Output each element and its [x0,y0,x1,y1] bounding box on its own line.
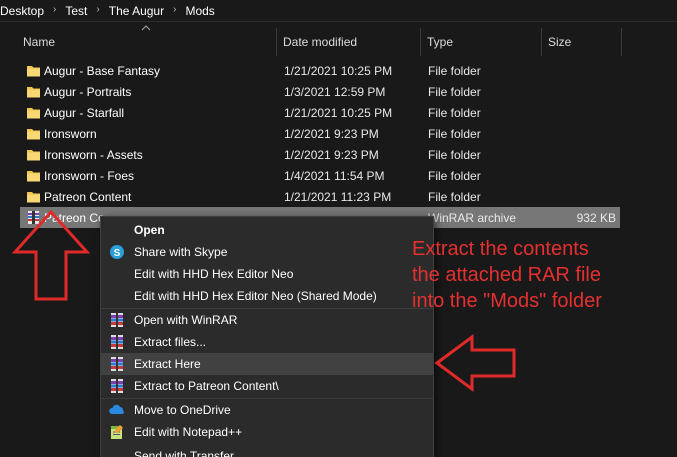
breadcrumb-item-test[interactable]: Test [65,4,87,18]
menu-item-label: Move to OneDrive [134,403,231,417]
file-row[interactable]: Ironsworn - Foes 1/4/2021 11:54 PM File … [20,165,620,186]
file-type: File folder [428,148,481,162]
breadcrumb-separator-icon: › [173,4,177,15]
annotation-line: the attached RAR file [412,264,601,286]
column-headers: Name Date modified Type Size [0,28,677,56]
file-name: Augur - Base Fantasy [44,64,161,78]
file-type: WinRAR archive [428,211,517,225]
breadcrumb-item-mods[interactable]: Mods [185,4,214,18]
notepadpp-icon [111,425,123,439]
annotation-note: Extract the contents the attached RAR fi… [412,236,677,314]
menu-item-label: Send with Transfer [134,449,235,457]
file-name: Augur - Portraits [44,85,132,99]
winrar-icon [111,357,123,371]
menu-item-label: Edit with HHD Hex Editor Neo (Shared Mod… [134,289,377,303]
file-date: 1/2/2021 9:23 PM [284,148,379,162]
svg-text:S: S [114,248,121,259]
menu-item-edit-hex-editor[interactable]: Edit with HHD Hex Editor Neo [101,263,433,285]
menu-item-label: Open with WinRAR [134,313,238,327]
folder-icon [27,129,40,140]
annotation-arrow-up-icon [12,210,90,301]
file-row[interactable]: Augur - Base Fantasy 1/21/2021 10:25 PM … [20,60,620,81]
file-date: 1/21/2021 11:23 PM [284,190,392,204]
menu-item-label: Extract Here [134,357,201,371]
file-name: Ironsworn [44,127,97,141]
menu-item-extract-to-folder[interactable]: Extract to Patreon Content\ [101,375,433,397]
column-header-type[interactable]: Type [421,28,542,56]
menu-item-label: Edit with HHD Hex Editor Neo [134,267,294,281]
file-name: Ironsworn - Foes [44,169,135,183]
folder-icon [27,192,40,203]
folder-icon [27,150,40,161]
file-date: 1/3/2021 12:59 PM [284,85,386,99]
menu-item-extract-here[interactable]: Extract Here [101,353,433,375]
menu-item-label: Open [134,223,165,237]
menu-item-edit-with-notepadpp[interactable]: Edit with Notepad++ [101,421,433,443]
folder-icon [27,108,40,119]
file-row[interactable]: Augur - Starfall 1/21/2021 10:25 PM File… [20,102,620,123]
menu-item-open[interactable]: Open [101,219,433,241]
winrar-icon [111,335,123,349]
file-row[interactable]: Ironsworn - Assets 1/2/2021 9:23 PM File… [20,144,620,165]
winrar-icon [111,313,123,327]
annotation-arrow-left-icon [434,334,516,392]
file-date: 1/21/2021 10:25 PM [284,106,393,120]
menu-item-edit-hex-editor-shared[interactable]: Edit with HHD Hex Editor Neo (Shared Mod… [101,285,433,307]
file-name: Ironsworn - Assets [44,148,143,162]
file-type: File folder [428,127,481,141]
folder-icon [27,66,40,77]
menu-item-share-with-skype[interactable]: S Share with Skype [101,241,433,263]
winrar-icon [111,379,123,393]
file-type: File folder [428,64,481,78]
menu-item-label: Extract files... [134,335,207,349]
file-row[interactable]: Patreon Content 1/21/2021 11:23 PM File … [20,186,620,207]
file-row[interactable]: Ironsworn 1/2/2021 9:23 PM File folder [20,123,620,144]
folder-icon [27,87,40,98]
column-header-date-modified[interactable]: Date modified [277,28,421,56]
menu-item-open-with-winrar[interactable]: Open with WinRAR [101,309,433,331]
file-type: File folder [428,106,481,120]
breadcrumb-item-the-augur[interactable]: The Augur [109,4,164,18]
menu-item-label: Extract to Patreon Content\ [134,379,279,393]
annotation-line: Extract the contents [412,238,589,260]
menu-item-move-to-onedrive[interactable]: Move to OneDrive [101,399,433,421]
file-name: Augur - Starfall [44,106,125,120]
folder-icon [27,171,40,182]
file-type: File folder [428,190,481,204]
column-header-name[interactable]: Name [17,28,277,56]
onedrive-icon [109,404,124,414]
breadcrumb: Desktop › Test › The Augur › Mods [0,0,677,22]
breadcrumb-separator-icon: › [53,4,57,15]
file-date: 1/2/2021 9:23 PM [284,127,379,141]
menu-item-extract-files[interactable]: Extract files... [101,331,433,353]
breadcrumb-separator-icon: › [96,4,100,15]
context-menu: Open S Share with Skype Edit with HHD He… [100,216,434,457]
file-date: 1/21/2021 10:25 PM [284,64,393,78]
file-date: 1/4/2021 11:54 PM [284,169,385,183]
column-header-size[interactable]: Size [542,28,622,56]
skype-icon: S [110,245,124,259]
file-row[interactable]: Augur - Portraits 1/3/2021 12:59 PM File… [20,81,620,102]
annotation-line: into the "Mods" folder [412,290,602,312]
file-type: File folder [428,169,481,183]
file-size: 932 KB [576,211,616,225]
menu-item-label: Edit with Notepad++ [134,425,243,439]
file-type: File folder [428,85,481,99]
menu-item-label: Share with Skype [134,245,228,259]
file-name: Patreon Content [44,190,132,204]
breadcrumb-item-desktop[interactable]: Desktop [0,4,44,18]
menu-item-send-with-transfer[interactable]: Send with Transfer [101,445,433,457]
